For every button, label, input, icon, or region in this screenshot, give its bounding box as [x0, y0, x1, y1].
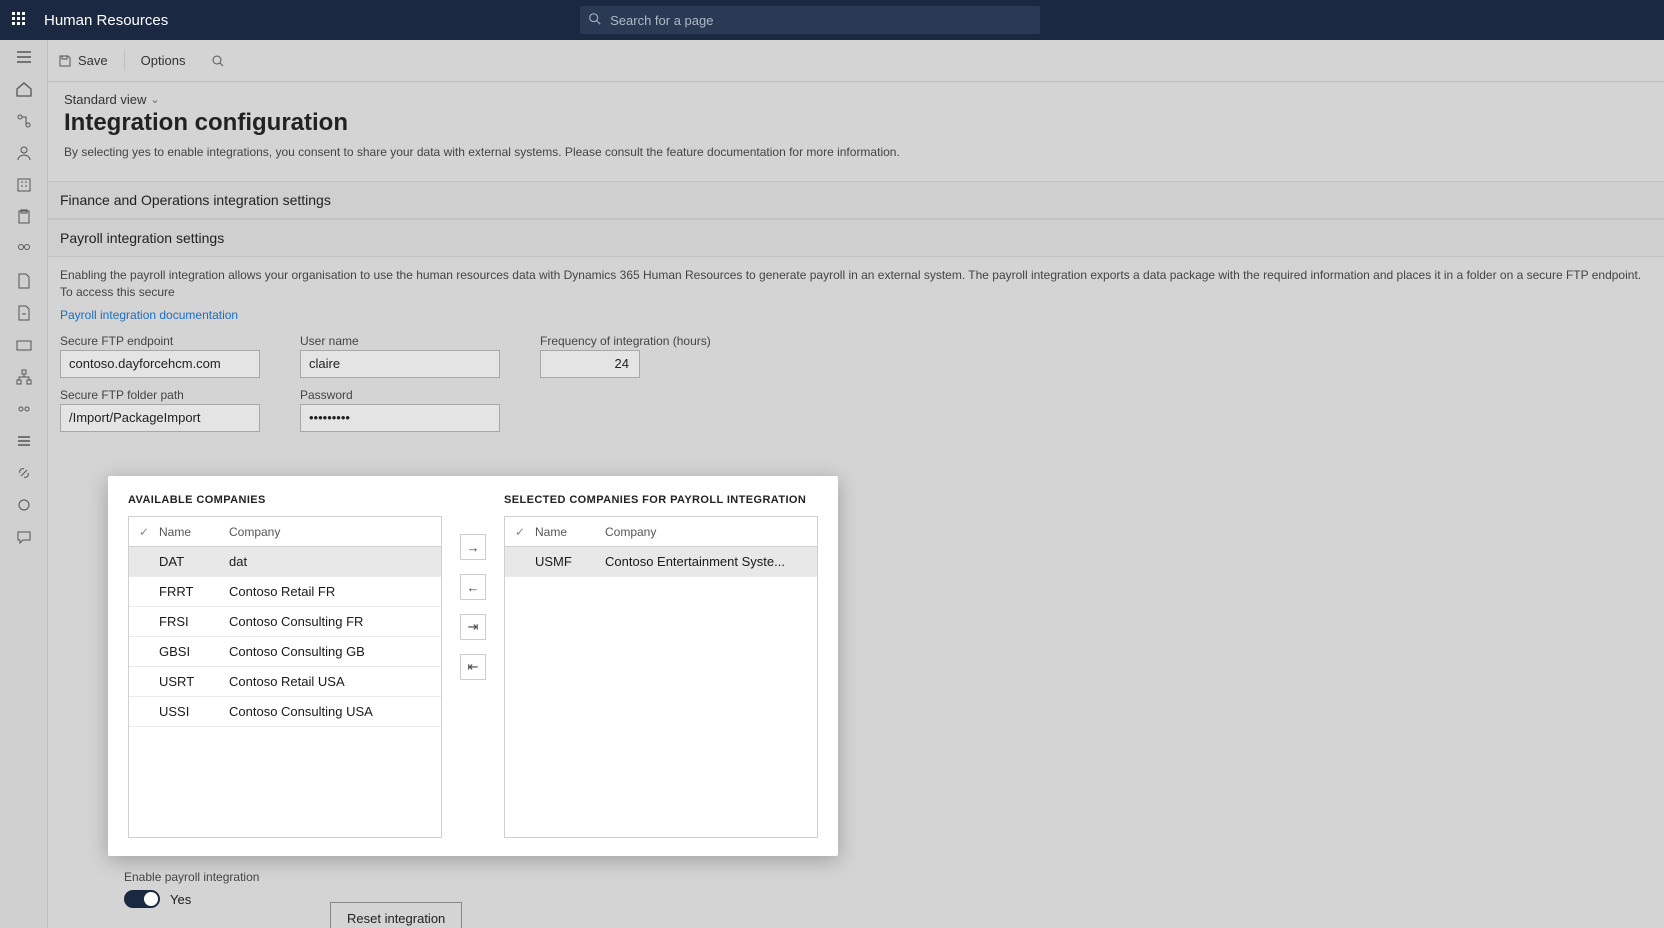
table-row[interactable]: USRTContoso Retail USA — [129, 667, 441, 697]
cell-company: Contoso Retail FR — [229, 584, 441, 599]
username-input[interactable] — [300, 350, 500, 378]
list-icon[interactable] — [15, 432, 33, 450]
frequency-label: Frequency of integration (hours) — [540, 334, 711, 348]
doc2-icon[interactable] — [15, 304, 33, 322]
search-icon — [588, 12, 602, 26]
toolbar-search-icon[interactable] — [211, 54, 225, 68]
frequency-input[interactable] — [540, 350, 640, 378]
toggle-value-text: Yes — [170, 892, 191, 907]
view-label: Standard view — [64, 92, 146, 107]
app-launcher-icon[interactable] — [12, 12, 28, 28]
move-right-button[interactable]: → — [460, 534, 486, 560]
options-button[interactable]: Options — [141, 53, 186, 68]
payroll-doc-link[interactable]: Payroll integration documentation — [48, 308, 250, 334]
payroll-description: Enabling the payroll integration allows … — [48, 257, 1664, 307]
hierarchy-icon[interactable] — [15, 368, 33, 386]
chat-icon[interactable] — [15, 528, 33, 546]
building-icon[interactable] — [15, 176, 33, 194]
available-companies-title: AVAILABLE COMPANIES — [128, 494, 442, 506]
col-name[interactable]: Name — [159, 525, 229, 539]
save-label: Save — [78, 53, 108, 68]
people-icon[interactable] — [15, 240, 33, 258]
cell-company: Contoso Consulting USA — [229, 704, 441, 719]
link-icon[interactable] — [15, 464, 33, 482]
enable-payroll-toggle[interactable] — [124, 890, 160, 908]
cell-name: USMF — [535, 554, 605, 569]
cell-name: DAT — [159, 554, 229, 569]
endpoint-input[interactable] — [60, 350, 260, 378]
move-left-button[interactable]: ← — [460, 574, 486, 600]
cell-name: USSI — [159, 704, 229, 719]
cell-company: Contoso Consulting FR — [229, 614, 441, 629]
endpoint-label: Secure FTP endpoint — [60, 334, 260, 348]
save-button[interactable]: Save — [58, 53, 108, 68]
section-payroll[interactable]: Payroll integration settings — [48, 219, 1664, 257]
password-label: Password — [300, 388, 500, 402]
cell-name: FRSI — [159, 614, 229, 629]
page-title: Integration configuration — [64, 109, 1648, 137]
table-row[interactable]: USMFContoso Entertainment Syste... — [505, 547, 817, 577]
col-check[interactable]: ✓ — [505, 525, 535, 539]
consent-text: By selecting yes to enable integrations,… — [64, 145, 1648, 159]
col-name[interactable]: Name — [535, 525, 605, 539]
section-finops[interactable]: Finance and Operations integration setti… — [48, 181, 1664, 219]
table-row[interactable]: FRSIContoso Consulting FR — [129, 607, 441, 637]
enable-payroll-label: Enable payroll integration — [124, 870, 259, 884]
username-label: User name — [300, 334, 500, 348]
card-icon[interactable] — [15, 336, 33, 354]
move-all-right-button[interactable]: ⇥ — [460, 614, 486, 640]
person-icon[interactable] — [15, 144, 33, 162]
move-all-left-button[interactable]: ⇤ — [460, 654, 486, 680]
home-icon[interactable] — [15, 80, 33, 98]
selected-companies-title: SELECTED COMPANIES FOR PAYROLL INTEGRATI… — [504, 494, 818, 506]
available-companies-table: ✓ Name Company DATdat FRRTContoso Retail… — [128, 516, 442, 838]
hamburger-icon[interactable] — [15, 48, 33, 66]
password-input[interactable] — [300, 404, 500, 432]
settings2-icon[interactable] — [15, 496, 33, 514]
options-label: Options — [141, 53, 186, 68]
view-selector[interactable]: Standard view ⌄ — [64, 92, 1648, 107]
app-title: Human Resources — [44, 12, 168, 29]
cell-company: Contoso Consulting GB — [229, 644, 441, 659]
team-icon[interactable] — [15, 400, 33, 418]
col-company[interactable]: Company — [229, 525, 441, 539]
selected-companies-table: ✓ Name Company USMFContoso Entertainment… — [504, 516, 818, 838]
table-row[interactable]: USSIContoso Consulting USA — [129, 697, 441, 727]
toolbar-divider — [124, 51, 125, 71]
folder-input[interactable] — [60, 404, 260, 432]
org-icon[interactable] — [15, 112, 33, 130]
cell-company: Contoso Retail USA — [229, 674, 441, 689]
table-row[interactable]: DATdat — [129, 547, 441, 577]
reset-integration-button[interactable]: Reset integration — [330, 902, 462, 928]
cell-name: USRT — [159, 674, 229, 689]
chevron-down-icon: ⌄ — [150, 93, 159, 106]
cell-company: Contoso Entertainment Syste... — [605, 554, 817, 569]
table-row[interactable]: GBSIContoso Consulting GB — [129, 637, 441, 667]
doc-icon[interactable] — [15, 272, 33, 290]
col-check[interactable]: ✓ — [129, 525, 159, 539]
cell-name: GBSI — [159, 644, 229, 659]
cell-company: dat — [229, 554, 441, 569]
table-row[interactable]: FRRTContoso Retail FR — [129, 577, 441, 607]
folder-label: Secure FTP folder path — [60, 388, 260, 402]
cell-name: FRRT — [159, 584, 229, 599]
col-company[interactable]: Company — [605, 525, 817, 539]
clipboard-icon[interactable] — [15, 208, 33, 226]
global-search-input[interactable] — [580, 6, 1040, 34]
save-icon — [58, 54, 72, 68]
